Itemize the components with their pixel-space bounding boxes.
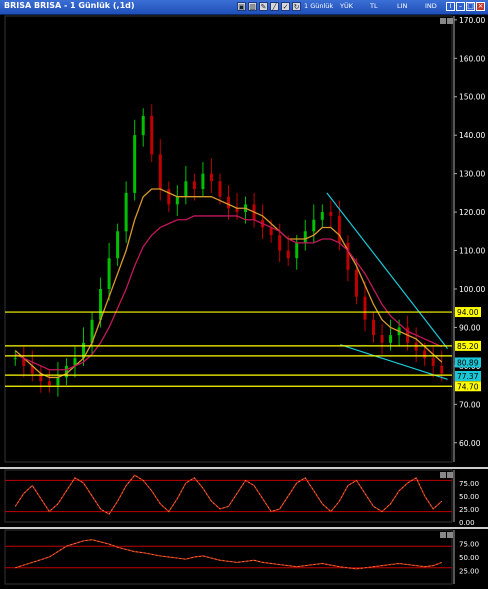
candle-body [414,342,418,351]
candle-body [303,231,307,243]
stochastic-panel-settings-button[interactable] [440,472,446,478]
candle-body [227,196,230,209]
candle-body [354,269,358,297]
level-tag-label: 94.00 [457,308,479,317]
candle-body [133,135,137,193]
rsi-panel-settings-button[interactable] [440,532,446,538]
candle-body [209,173,213,182]
stochastic-panel-line [14,474,443,516]
rsi-panel-separator [0,527,488,529]
price-panel-settings-button[interactable] [440,18,446,24]
candle-body [184,181,188,197]
candle-body [158,154,162,190]
price-tick-label: 150.00 [459,93,485,102]
candle-body [218,181,222,197]
stochastic-panel [4,469,453,523]
stochastic-panel-close-button[interactable] [447,472,453,478]
candle-body [150,115,154,155]
candle-body [337,215,341,243]
rsi-panel-tick-label: 75.00 [459,541,479,549]
rsi-panel-signal-line [15,539,442,570]
price-tick-label: 170.00 [459,16,485,25]
candle-body [167,189,171,205]
price-tick-label: 160.00 [459,54,485,63]
candle-body [423,350,427,359]
candle-body [431,358,435,366]
candle-body [141,115,145,136]
trend-line[interactable] [340,344,448,380]
level-tag-label: 74.70 [457,382,479,391]
price-tick-label: 140.00 [459,131,485,140]
candle-body [329,212,333,216]
candle-body [124,192,128,232]
stochastic-panel-tick-label: 0.00 [459,519,475,527]
candle-body [389,335,393,343]
candle-body [372,319,375,336]
stochastic-panel-separator [0,467,488,469]
stochastic-panel-tick-label: 50.00 [459,493,479,501]
price-tick-label: 110.00 [459,247,485,256]
candle-body [107,258,111,289]
candle-body [116,231,120,259]
candle-body [47,381,51,386]
candle-body [175,196,179,205]
stochastic-panel-tick-label: 25.00 [459,506,479,514]
rsi-panel-tick-label: 50.00 [459,554,479,562]
candle-body [13,358,17,360]
stochastic-panel-tick-label: 75.00 [459,480,479,488]
price-tick-label: 70.00 [459,400,481,409]
price-tag-label: 80.89 [457,358,479,367]
candle-body [201,173,205,190]
ma-slow-line [14,215,443,371]
candle-body [312,219,316,232]
price-tick-label: 90.00 [459,323,481,332]
chart-canvas[interactable]: 170.00 160.00 150.00 140.00 130.00 120.00 110.… [0,0,488,589]
price-tick-label: 60.00 [459,439,481,448]
level-tag-label: 85.20 [457,342,479,351]
price-panel-close-button[interactable] [447,18,453,24]
candle-body [286,250,290,259]
price-panel [4,15,453,463]
candle-body [380,335,384,343]
candle-body [363,296,367,320]
rsi-panel-tick-label: 25.00 [459,568,479,576]
candle-body [346,242,350,270]
candle-body [278,235,282,251]
price-tag-label: 77.37 [457,372,479,381]
rsi-panel-close-button[interactable] [447,532,453,538]
candle-body [320,212,324,220]
candle-body [295,242,299,259]
price-tick-label: 120.00 [459,208,485,217]
rsi-panel-line [15,539,442,570]
price-tick-label: 100.00 [459,285,485,294]
candle-body [192,181,196,190]
candle-body [56,377,60,386]
candle-body [440,365,444,374]
price-tick-label: 130.00 [459,170,485,179]
rsi-panel [4,529,453,585]
